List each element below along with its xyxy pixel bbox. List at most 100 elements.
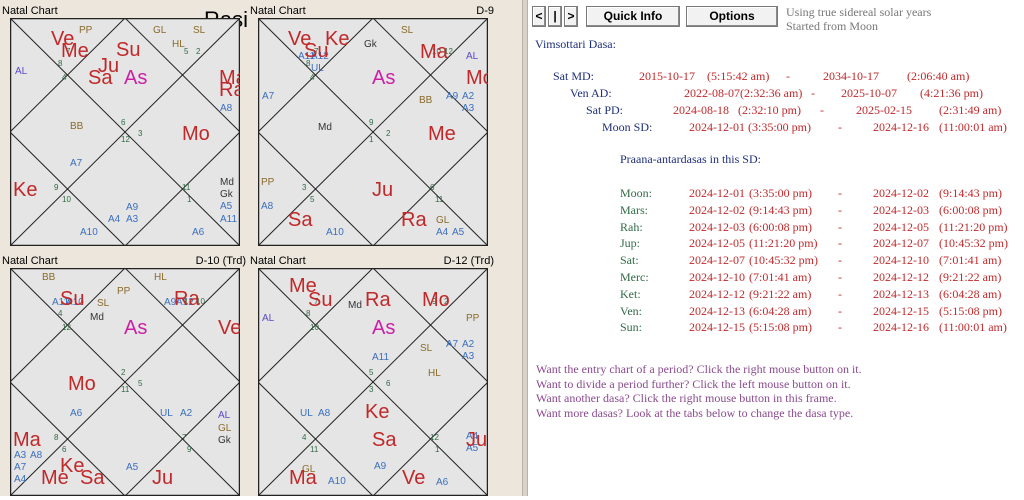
praana-row-label[interactable]: Mars:	[620, 203, 648, 218]
praana-row-sep[interactable]: -	[838, 253, 842, 268]
dasa-row-sep[interactable]: -	[838, 120, 842, 135]
dasa-panel[interactable]: < | > Quick Info Options Using true side…	[528, 0, 1024, 496]
praana-row-label[interactable]: Sun:	[620, 320, 642, 335]
dasa-row-end[interactable]: 2024-12-16	[873, 120, 929, 135]
planet-label[interactable]: Me	[41, 468, 69, 488]
planet-label[interactable]: Mo	[466, 68, 488, 88]
praana-row-label[interactable]: Ket:	[620, 287, 641, 302]
praana-row-start[interactable]: 2024-12-13	[689, 304, 745, 319]
quick-info-button[interactable]: Quick Info	[586, 6, 680, 27]
praana-row-end-time[interactable]: (7:01:41 am)	[939, 253, 1001, 268]
planet-label[interactable]: Mo	[182, 124, 210, 144]
praana-row-sep[interactable]: -	[838, 304, 842, 319]
dasa-row-label[interactable]: Sat PD:	[586, 103, 623, 118]
planet-label[interactable]: As	[372, 68, 395, 88]
dasa-row-end[interactable]: 2025-02-15	[856, 103, 912, 118]
praana-row-start[interactable]: 2024-12-12	[689, 287, 745, 302]
praana-row-end-time[interactable]: (9:14:43 pm)	[939, 186, 1002, 201]
planet-label[interactable]: Ma	[420, 42, 448, 62]
planet-label[interactable]: Ke	[325, 29, 349, 49]
praana-row-sep[interactable]: -	[838, 220, 842, 235]
praana-row-end-time[interactable]: (9:21:22 am)	[939, 270, 1001, 285]
dasa-row-end[interactable]: 2034-10-17	[823, 69, 879, 84]
planet-label[interactable]: Ma	[13, 430, 41, 450]
planet-label[interactable]: Su	[308, 290, 332, 310]
dasa-row-sep[interactable]: -	[820, 103, 824, 118]
dasa-row-end-time[interactable]: (11:00:01 am)	[939, 120, 1007, 135]
praana-row-sep[interactable]: -	[838, 270, 842, 285]
dasa-row-start-time[interactable]: (3:35:00 pm)	[748, 120, 811, 135]
dasa-row-label[interactable]: Ven AD:	[570, 86, 612, 101]
dasa-row-end-time[interactable]: (2:06:40 am)	[907, 69, 969, 84]
planet-label[interactable]: Mo	[422, 290, 450, 310]
praana-row-sep[interactable]: -	[838, 186, 842, 201]
praana-row-sep[interactable]: -	[838, 236, 842, 251]
praana-row-sep[interactable]: -	[838, 287, 842, 302]
planet-label[interactable]: Me	[428, 124, 456, 144]
planet-label[interactable]: Mo	[68, 374, 96, 394]
planet-label[interactable]: Sa	[88, 68, 112, 88]
nav-prev-button[interactable]: <	[532, 6, 546, 27]
praana-row-label[interactable]: Ven:	[620, 304, 642, 319]
dasa-row-start-time[interactable]: (2:32:36 am)	[740, 86, 802, 101]
praana-row-sep[interactable]: -	[838, 203, 842, 218]
dasa-row-start[interactable]: 2015-10-17	[639, 69, 695, 84]
planet-label[interactable]: Ju	[372, 180, 393, 200]
praana-row-end[interactable]: 2024-12-15	[873, 304, 929, 319]
praana-row-start-time[interactable]: (10:45:32 pm)	[749, 253, 818, 268]
planet-label[interactable]: Su	[60, 289, 84, 309]
nav-next-button[interactable]: >	[564, 6, 578, 27]
dasa-row-sep[interactable]: -	[786, 69, 790, 84]
planet-label[interactable]: Ra	[219, 80, 240, 100]
dasa-row-start-time[interactable]: (5:15:42 am)	[707, 69, 769, 84]
planet-label[interactable]: Ve	[218, 318, 240, 338]
planet-label[interactable]: As	[124, 318, 147, 338]
praana-row-end[interactable]: 2024-12-10	[873, 253, 929, 268]
planet-label[interactable]: Su	[304, 41, 328, 61]
planet-label[interactable]: Sa	[288, 210, 312, 230]
praana-row-start[interactable]: 2024-12-07	[689, 253, 745, 268]
dasa-row-sep[interactable]: -	[811, 86, 815, 101]
planet-label[interactable]: Ve	[402, 468, 425, 488]
dasa-row-label[interactable]: Sat MD:	[553, 69, 594, 84]
planet-label[interactable]: Ra	[365, 290, 391, 310]
praana-row-end-time[interactable]: (6:04:28 am)	[939, 287, 1001, 302]
planet-label[interactable]: Ju	[466, 430, 487, 450]
praana-row-start[interactable]: 2024-12-03	[689, 220, 745, 235]
praana-row-end[interactable]: 2024-12-05	[873, 220, 929, 235]
praana-row-start[interactable]: 2024-12-02	[689, 203, 745, 218]
planet-label[interactable]: Sa	[372, 430, 396, 450]
chart-d10[interactable]: Natal Chart D-10 (Trd) 3 4 1 12 2 11 5 8 6 7 9 10 BB HL…	[0, 250, 250, 500]
praana-row-start-time[interactable]: (7:01:41 am)	[749, 270, 811, 285]
praana-row-start-time[interactable]: (3:35:00 pm)	[749, 186, 812, 201]
chart-d12[interactable]: Natal Chart D-12 (Trd) 7 8 9 10 5 3 6 4 11 12 1 2 Md AL…	[248, 250, 498, 500]
praana-row-start-time[interactable]: (5:15:08 pm)	[749, 320, 812, 335]
praana-row-sep[interactable]: -	[838, 320, 842, 335]
praana-row-start-time[interactable]: (9:21:22 am)	[749, 287, 811, 302]
praana-row-label[interactable]: Sat:	[620, 253, 639, 268]
praana-row-label[interactable]: Merc:	[620, 270, 649, 285]
praana-row-start-time[interactable]: (6:04:28 am)	[749, 304, 811, 319]
planet-label[interactable]: Ra	[401, 210, 427, 230]
praana-row-end-time[interactable]: (11:21:20 pm)	[939, 220, 1008, 235]
chart-rasi[interactable]: Natal ChartRasi785461239101112PPGLSLHLAL…	[0, 0, 250, 250]
dasa-row-start[interactable]: 2024-08-18	[673, 103, 729, 118]
praana-row-end[interactable]: 2024-12-02	[873, 186, 929, 201]
praana-row-end[interactable]: 2024-12-12	[873, 270, 929, 285]
planet-label[interactable]: Ju	[152, 468, 173, 488]
praana-row-end-time[interactable]: (10:45:32 pm)	[939, 236, 1008, 251]
praana-row-end-time[interactable]: (5:15:08 pm)	[939, 304, 1002, 319]
planet-label[interactable]: As	[124, 68, 147, 88]
chart-d9[interactable]: Natal Chart D-9 7 8 10 4 9 1 2 3 5 6 11 12 A11 A12 UL Gk S…	[248, 0, 498, 250]
planet-label[interactable]: Ke	[13, 180, 37, 200]
praana-row-end[interactable]: 2024-12-13	[873, 287, 929, 302]
options-button[interactable]: Options	[686, 6, 778, 27]
dasa-row-end-time[interactable]: (2:31:49 am)	[939, 103, 1001, 118]
praana-row-start[interactable]: 2024-12-15	[689, 320, 745, 335]
praana-row-start-time[interactable]: (6:00:08 pm)	[749, 220, 812, 235]
planet-label[interactable]: As	[372, 318, 395, 338]
praana-row-end-time[interactable]: (6:00:08 pm)	[939, 203, 1002, 218]
praana-row-start-time[interactable]: (9:14:43 pm)	[749, 203, 812, 218]
nav-pause-button[interactable]: |	[548, 6, 562, 27]
praana-row-end[interactable]: 2024-12-16	[873, 320, 929, 335]
